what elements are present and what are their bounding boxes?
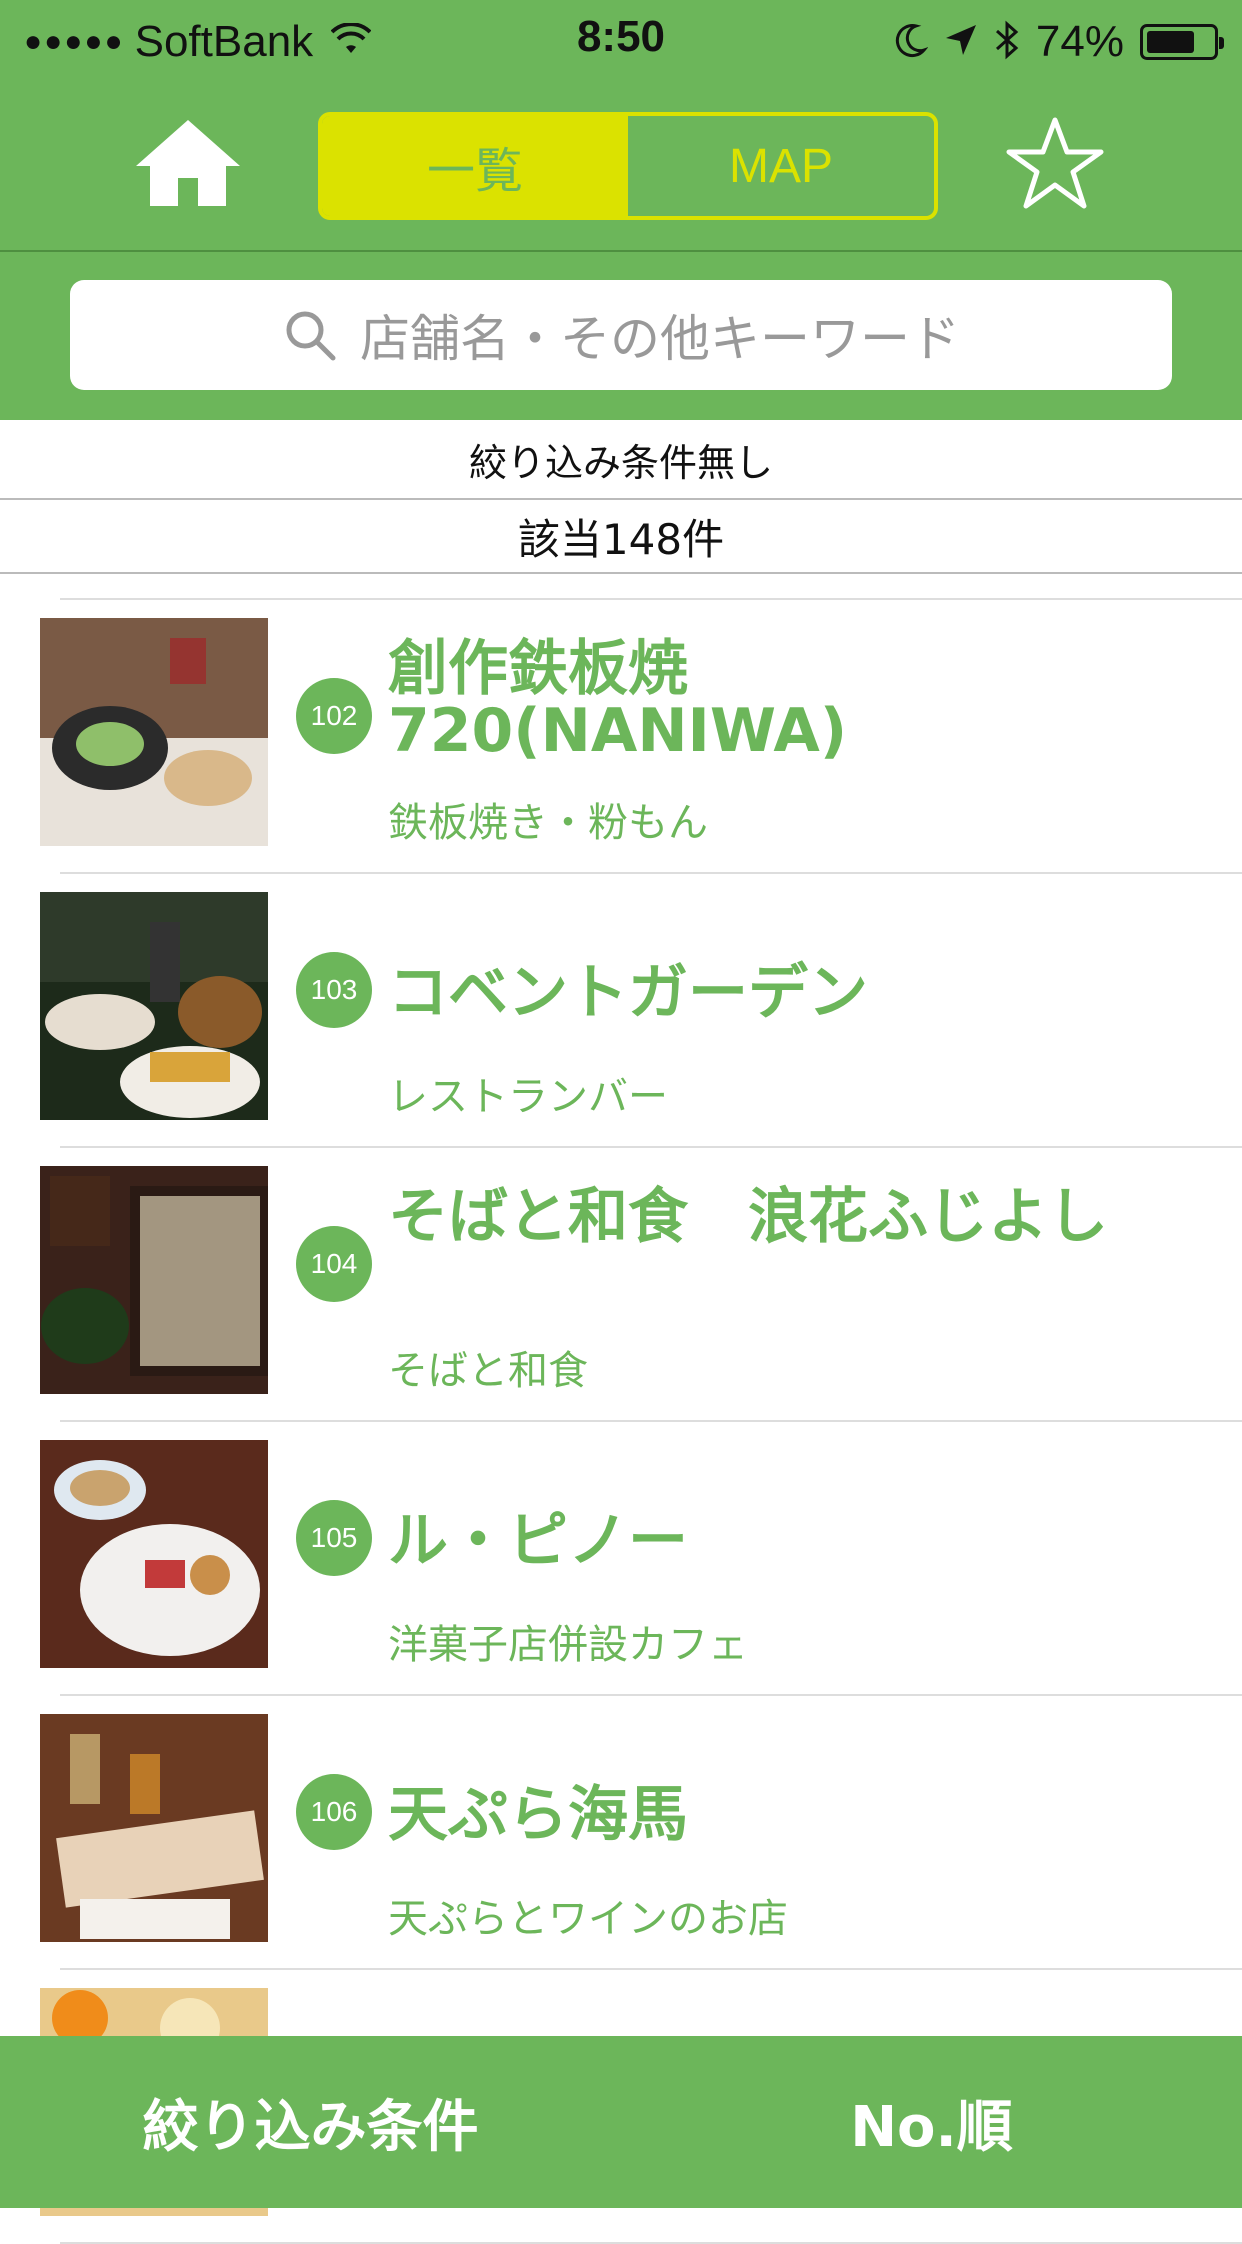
battery-level bbox=[1147, 31, 1195, 53]
shop-category: そばと和食 bbox=[388, 1348, 588, 1394]
battery-percent: 74% bbox=[1035, 17, 1124, 66]
shop-number-badge: 104 bbox=[296, 1226, 372, 1302]
filter-button[interactable]: 絞り込み条件 bbox=[0, 2082, 621, 2163]
shop-category: 天ぷらとワインのお店 bbox=[388, 1896, 788, 1942]
shop-title: ル・ピノー bbox=[388, 1506, 688, 1576]
sort-button[interactable]: No.順 bbox=[621, 2082, 1242, 2163]
shop-category: レストランバー bbox=[388, 1074, 668, 1120]
shop-title: そばと和食 浪花ふじよし bbox=[388, 1182, 1108, 1252]
favorites-button[interactable] bbox=[1005, 114, 1105, 214]
status-bar: ●●●●● SoftBank 8:50 74% bbox=[0, 0, 1242, 82]
shop-list: 102 創作鉄板焼 720(NANIWA) 鉄板焼き・粉もん 103 コベントガ… bbox=[0, 598, 1242, 2244]
location-arrow-icon bbox=[944, 23, 978, 62]
search-area: 店舗名・その他キーワード bbox=[0, 252, 1242, 420]
nav-bar: 一覧 MAP bbox=[0, 82, 1242, 252]
shop-number-badge: 105 bbox=[296, 1500, 372, 1576]
shop-photo bbox=[40, 892, 268, 1120]
shop-title: コベントガーデン bbox=[388, 958, 868, 1028]
status-right: 74% bbox=[892, 12, 1224, 72]
list-item[interactable]: 105 ル・ピノー 洋菓子店併設カフェ bbox=[40, 1422, 1242, 1696]
tab-map[interactable]: MAP bbox=[628, 116, 934, 216]
shop-photo bbox=[40, 1166, 268, 1394]
shop-number-badge: 106 bbox=[296, 1774, 372, 1850]
battery-icon bbox=[1140, 24, 1224, 60]
shop-number-badge: 102 bbox=[296, 678, 372, 754]
star-icon bbox=[1006, 117, 1104, 209]
moon-icon bbox=[892, 22, 929, 63]
search-input[interactable]: 店舗名・その他キーワード bbox=[70, 280, 1172, 390]
search-icon bbox=[286, 311, 336, 361]
shop-photo bbox=[40, 1440, 268, 1668]
shop-photo bbox=[40, 618, 268, 846]
list-item[interactable]: 104 そばと和食 浪花ふじよし そばと和食 bbox=[40, 1148, 1242, 1422]
list-item[interactable]: 106 天ぷら海馬 天ぷらとワインのお店 bbox=[40, 1696, 1242, 1970]
shop-photo bbox=[40, 1714, 268, 1942]
list-item[interactable]: 102 創作鉄板焼 720(NANIWA) 鉄板焼き・粉もん bbox=[40, 598, 1242, 874]
list-item[interactable]: 103 コベントガーデン レストランバー bbox=[40, 874, 1242, 1148]
search-placeholder: 店舗名・その他キーワード bbox=[360, 310, 960, 368]
shop-title: 創作鉄板焼 720(NANIWA) bbox=[388, 634, 848, 766]
shop-category: 鉄板焼き・粉もん bbox=[388, 800, 708, 846]
bottom-bar: 絞り込み条件 No.順 bbox=[0, 2036, 1242, 2208]
shop-title: 天ぷら海馬 bbox=[388, 1780, 688, 1850]
filter-condition: 絞り込み条件無し bbox=[0, 420, 1242, 500]
result-count: 該当148件 bbox=[0, 500, 1242, 574]
tab-list[interactable]: 一覧 bbox=[322, 116, 628, 216]
shop-number-badge: 103 bbox=[296, 952, 372, 1028]
shop-category: 洋菓子店併設カフェ bbox=[388, 1622, 748, 1668]
home-icon bbox=[136, 120, 240, 206]
bluetooth-icon bbox=[994, 20, 1020, 65]
home-button[interactable] bbox=[130, 114, 246, 214]
view-toggle: 一覧 MAP bbox=[318, 112, 938, 220]
